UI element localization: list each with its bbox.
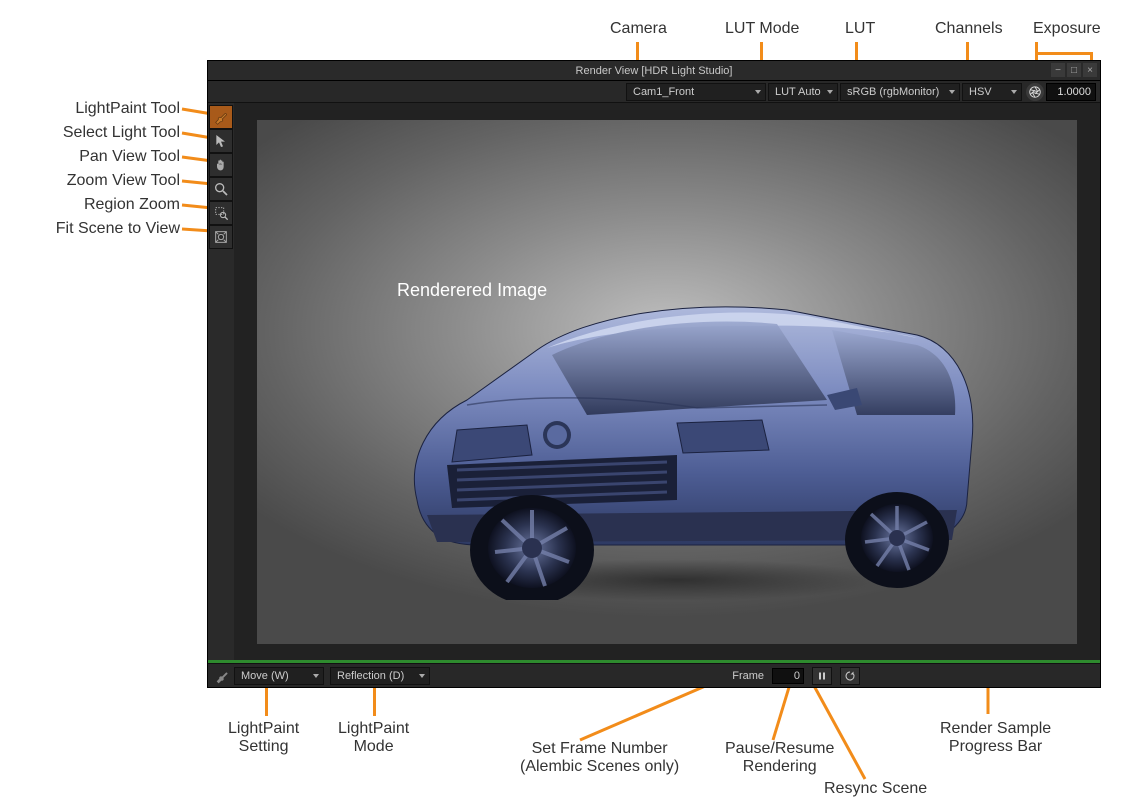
brush-icon xyxy=(214,668,230,684)
channels-value: HSV xyxy=(969,86,992,98)
annotation-lut-mode: LUT Mode xyxy=(725,20,799,38)
bottom-bar: Move (W) Reflection (D) Frame 0 xyxy=(208,663,1100,687)
left-toolbar xyxy=(208,103,234,660)
channels-dropdown[interactable]: HSV xyxy=(962,83,1022,101)
window-title: Render View [HDR Light Studio] xyxy=(576,65,733,77)
exposure-value: 1.0000 xyxy=(1057,86,1091,98)
connector-line xyxy=(1035,52,1093,55)
annotation-zoom-view-tool: Zoom View Tool xyxy=(20,172,180,190)
annotation-resync: Resync Scene xyxy=(824,780,927,798)
frame-number-field[interactable]: 0 xyxy=(772,668,804,684)
annotation-channels: Channels xyxy=(935,20,1003,38)
camera-dropdown[interactable]: Cam1_Front xyxy=(626,83,766,101)
annotation-select-light-tool: Select Light Tool xyxy=(20,124,180,142)
annotation-lightpaint-setting: LightPaint Setting xyxy=(228,720,299,756)
minimize-icon[interactable]: − xyxy=(1051,63,1065,77)
lut-mode-dropdown[interactable]: LUT Auto xyxy=(768,83,838,101)
frame-number-value: 0 xyxy=(794,670,800,682)
annotation-exposure: Exposure xyxy=(1033,20,1101,38)
lut-value: sRGB (rgbMonitor) xyxy=(847,86,939,98)
annotation-fit-scene: Fit Scene to View xyxy=(20,220,180,238)
maximize-icon[interactable]: □ xyxy=(1067,63,1081,77)
annotation-lightpaint-mode: LightPaint Mode xyxy=(338,720,409,756)
lightpaint-mode-dropdown[interactable]: Reflection (D) xyxy=(330,667,430,685)
resync-scene-button[interactable] xyxy=(840,667,860,685)
top-options-bar: Cam1_Front LUT Auto sRGB (rgbMonitor) HS… xyxy=(208,81,1100,103)
exposure-field[interactable]: 1.0000 xyxy=(1046,83,1096,101)
fit-scene-tool[interactable] xyxy=(209,225,233,249)
aperture-icon[interactable] xyxy=(1026,83,1044,101)
annotation-region-zoom: Region Zoom xyxy=(20,196,180,214)
pause-resume-button[interactable] xyxy=(812,667,832,685)
bottom-connector-pause xyxy=(770,684,830,744)
annotation-camera: Camera xyxy=(610,20,667,38)
select-light-tool[interactable] xyxy=(209,129,233,153)
annotation-pan-view-tool: Pan View Tool xyxy=(20,148,180,166)
lightpaint-tool[interactable] xyxy=(209,105,233,129)
frame-label: Frame xyxy=(732,670,764,682)
viewport[interactable]: Renderered Image xyxy=(234,103,1100,660)
camera-value: Cam1_Front xyxy=(633,86,694,98)
rendered-image-label: Renderered Image xyxy=(397,280,547,301)
rendered-image: Renderered Image xyxy=(257,120,1077,644)
zoom-view-tool[interactable] xyxy=(209,177,233,201)
lut-mode-value: LUT Auto xyxy=(775,86,821,98)
connector-line xyxy=(265,688,268,716)
close-icon[interactable]: × xyxy=(1083,63,1097,77)
annotation-progress: Render Sample Progress Bar xyxy=(940,720,1051,756)
region-zoom-tool[interactable] xyxy=(209,201,233,225)
annotation-lightpaint-tool: LightPaint Tool xyxy=(20,100,180,118)
lut-dropdown[interactable]: sRGB (rgbMonitor) xyxy=(840,83,960,101)
connector-line xyxy=(373,688,376,716)
render-view-window: Render View [HDR Light Studio] − □ × Cam… xyxy=(207,60,1101,688)
pan-view-tool[interactable] xyxy=(209,153,233,177)
render-progress-bar xyxy=(208,660,1100,663)
connector-line xyxy=(1035,42,1038,52)
annotation-set-frame: Set Frame Number (Alembic Scenes only) xyxy=(520,740,679,776)
lightpaint-setting-value: Move (W) xyxy=(241,670,289,682)
annotation-lut: LUT xyxy=(845,20,875,38)
bottom-connector-frame xyxy=(580,684,780,744)
lightpaint-mode-value: Reflection (D) xyxy=(337,670,404,682)
lightpaint-setting-dropdown[interactable]: Move (W) xyxy=(234,667,324,685)
annotation-pause-resume: Pause/Resume Rendering xyxy=(725,740,834,776)
titlebar: Render View [HDR Light Studio] − □ × xyxy=(208,61,1100,81)
